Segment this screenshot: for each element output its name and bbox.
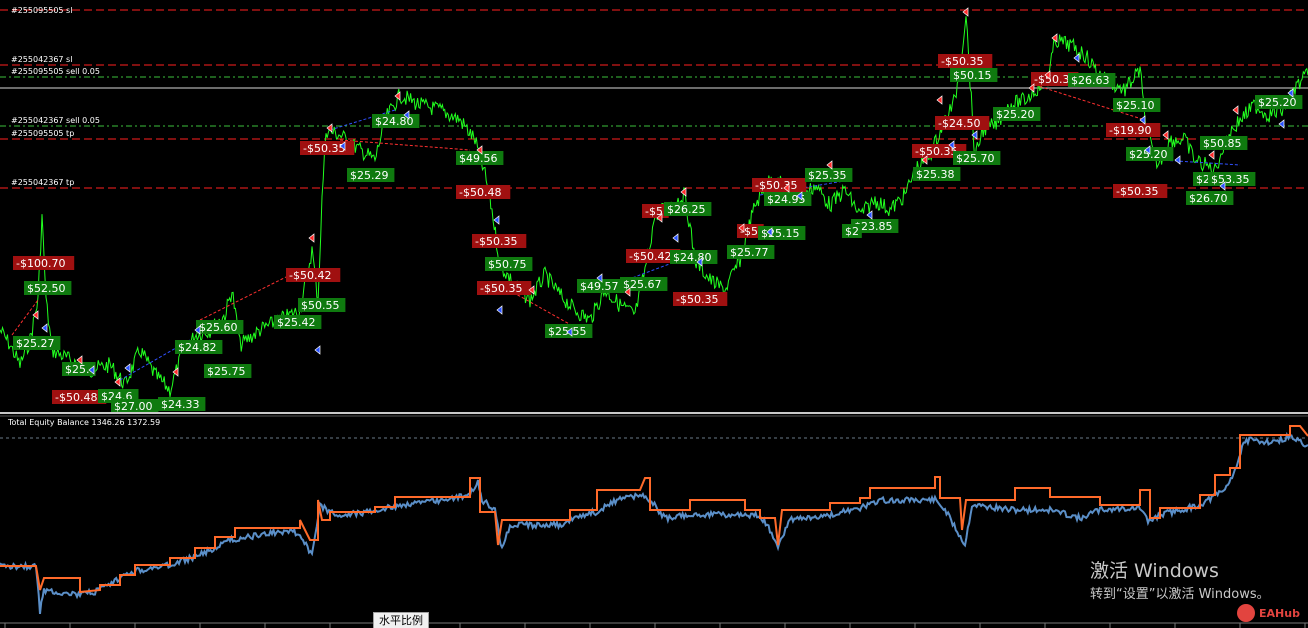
trade-result-tag: $27.00	[114, 400, 153, 413]
trade-result-tag: -$50.35	[1116, 185, 1158, 198]
level-label: #255042367 sl	[11, 55, 72, 64]
sell-arrow-icon	[1162, 130, 1169, 140]
level-label: #255095505 tp	[11, 129, 74, 138]
trade-connector	[339, 139, 471, 151]
trade-result-tag: $25.	[65, 363, 90, 376]
trade-result-tag: $25.20	[1258, 96, 1297, 109]
buy-arrow-icon	[41, 323, 48, 333]
trade-result-tag: -$100.70	[16, 257, 65, 270]
eahub-logo: EAHub	[1237, 604, 1300, 622]
trade-result-tag: $24.82	[178, 341, 217, 354]
trade-result-tag: -$50.35	[941, 55, 983, 68]
buy-arrow-icon	[124, 363, 131, 373]
trade-result-tag: $25.75	[207, 365, 246, 378]
trade-result-tag: -$50.35	[303, 142, 345, 155]
trade-result-tag: $25.77	[730, 246, 769, 259]
trade-result-tag: $53.35	[1211, 173, 1250, 186]
eahub-logo-icon	[1237, 604, 1255, 622]
trade-result-tag: -$50.35	[755, 179, 797, 192]
trade-result-tag: $50.15	[953, 69, 992, 82]
buy-arrow-icon	[496, 305, 503, 315]
trade-result-tag: $26.25	[667, 203, 706, 216]
trade-result-tag: $25.27	[16, 337, 55, 350]
trade-result-tag: -$50.35	[480, 282, 522, 295]
trade-result-tag: $25.20	[996, 108, 1035, 121]
level-label: #255095505 sell 0.05	[11, 67, 100, 76]
trade-result-tag: $24.80	[673, 251, 712, 264]
trade-result-tag: $50.55	[301, 299, 340, 312]
sell-arrow-icon	[308, 233, 315, 243]
trade-result-tag: -$24.50	[938, 117, 980, 130]
windows-activation-watermark: 激活 Windows 转到“设置”以激活 Windows。	[1090, 560, 1270, 604]
buy-arrow-icon	[1139, 115, 1146, 125]
trade-result-tag: $50.85	[1203, 137, 1242, 150]
trade-result-tag: -$50.48	[459, 186, 501, 199]
trade-result-tag: $2	[845, 225, 859, 238]
trade-result-tag: $25.35	[808, 169, 847, 182]
level-label: #255042367 tp	[11, 178, 74, 187]
trade-result-tag: $26.63	[1071, 74, 1110, 87]
trade-result-tag: -$50.35	[475, 235, 517, 248]
trade-connector	[199, 269, 301, 321]
trade-result-tag: $25.70	[956, 152, 995, 165]
watermark-line-1: 激活 Windows	[1090, 560, 1219, 582]
trade-result-tag: $25.29	[350, 169, 389, 182]
buy-arrow-icon	[314, 345, 321, 355]
trade-result-tag: -$50.3	[1034, 73, 1069, 86]
sell-arrow-icon	[936, 95, 943, 105]
buy-arrow-icon	[1073, 53, 1080, 63]
trade-result-tag: $25.10	[1116, 99, 1155, 112]
trade-result-tag: $49.57	[580, 280, 619, 293]
sell-arrow-icon	[1208, 150, 1215, 160]
buy-arrow-icon	[1278, 119, 1285, 129]
watermark-line-2: 转到“设置”以激活 Windows。	[1090, 587, 1270, 602]
sell-arrow-icon	[962, 7, 969, 17]
buy-arrow-icon	[1174, 155, 1181, 165]
trade-result-tag: $50.75	[488, 258, 527, 271]
trading-terminal: #255095505 sl #255042367 sl #255095505 sel…	[0, 0, 1308, 628]
level-label: #255095505 sl	[11, 6, 72, 15]
trade-result-tag: -$19.90	[1109, 124, 1151, 137]
sell-arrow-icon	[826, 160, 833, 170]
level-label: #255042367 sell 0.05	[11, 116, 100, 125]
trade-result-tag: $25.60	[199, 321, 238, 334]
trade-result-tag: -$50.42	[289, 269, 331, 282]
trade-result-tag: -$50.48	[55, 391, 97, 404]
buy-arrow-icon	[672, 233, 679, 243]
trade-result-tag: $24.33	[161, 398, 200, 411]
trade-result-tag: $25.42	[277, 316, 316, 329]
trade-result-tag: $52.50	[27, 282, 66, 295]
trade-result-tag: $25.38	[916, 168, 955, 181]
sell-arrow-icon	[1232, 105, 1239, 115]
trade-result-tag: $25.15	[761, 227, 800, 240]
price-chart[interactable]: #255095505 sl #255042367 sl #255095505 sel…	[0, 0, 1308, 628]
trade-result-tag: $26.70	[1189, 192, 1228, 205]
trade-result-tag: -$50.42	[629, 250, 671, 263]
equity-indicator-title: Total Equity Balance 1346.26 1372.59	[8, 418, 161, 427]
buy-arrow-icon	[493, 215, 500, 225]
sell-arrow-icon	[326, 123, 333, 133]
eahub-logo-text: EAHub	[1259, 606, 1300, 620]
trade-result-tag: -$50.35	[676, 293, 718, 306]
horizontal-scale-tooltip[interactable]: 水平比例	[373, 612, 429, 628]
trade-result-tag: $49.56	[459, 152, 498, 165]
